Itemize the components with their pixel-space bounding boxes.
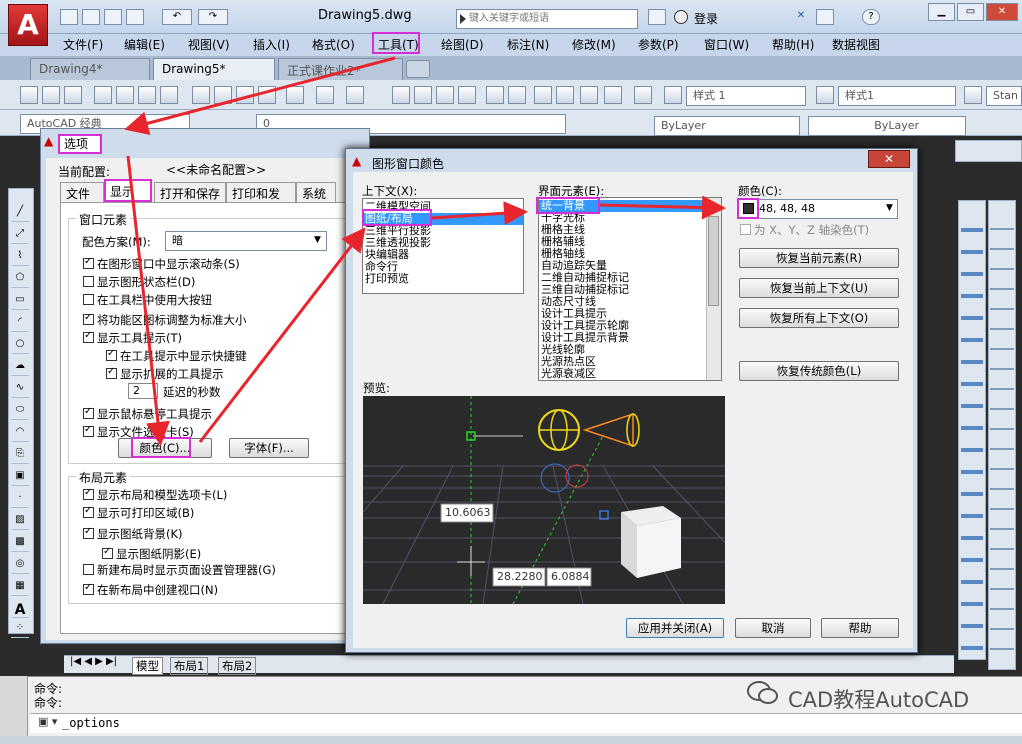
- app-logo[interactable]: A: [8, 4, 48, 46]
- annotation-arrows: [124, 56, 726, 446]
